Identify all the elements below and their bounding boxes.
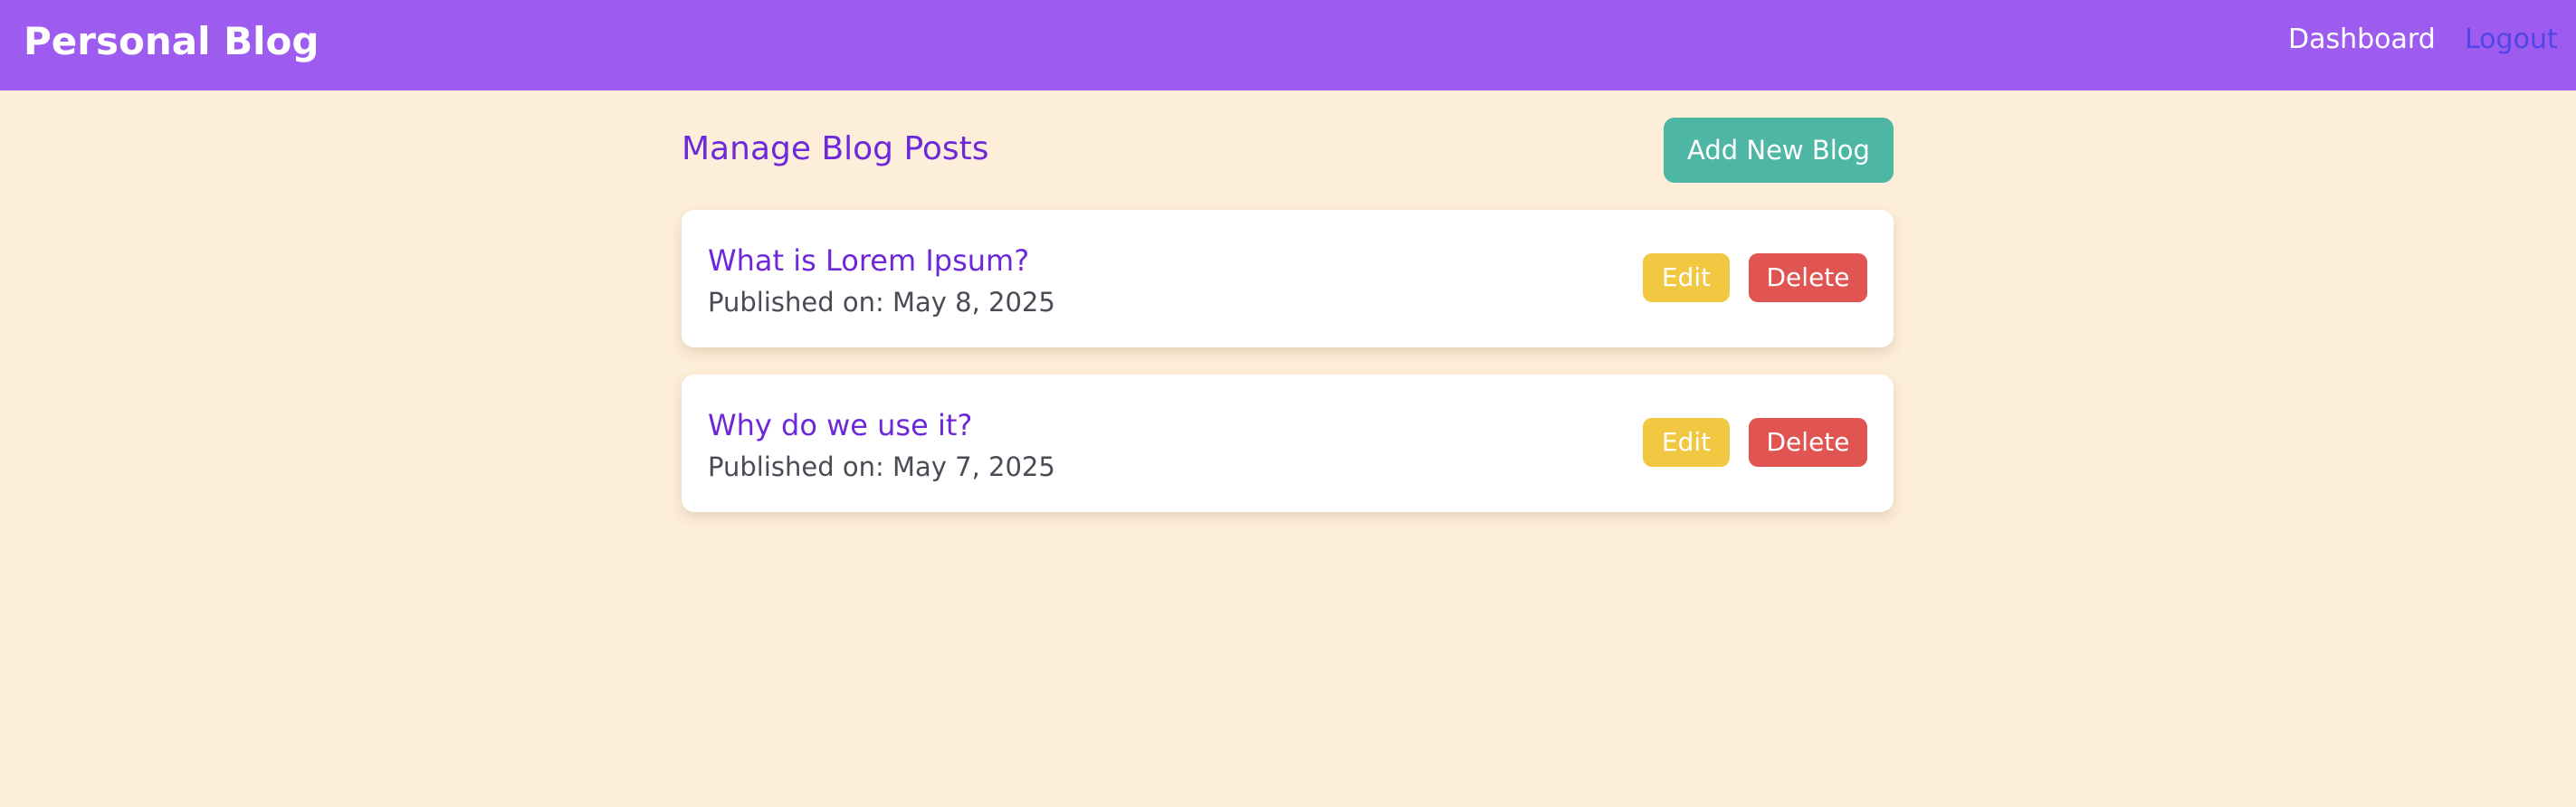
page-title: Manage Blog Posts (682, 130, 989, 167)
post-title: Why do we use it? (708, 408, 973, 442)
nav-link-logout[interactable]: Logout (2465, 22, 2558, 58)
blog-post-card: What is Lorem Ipsum? Published on: May 8… (682, 210, 1894, 347)
edit-post-button[interactable]: Edit (1643, 253, 1730, 302)
blog-post-card: Why do we use it? Published on: May 7, 2… (682, 375, 1894, 512)
delete-post-button[interactable]: Delete (1749, 253, 1867, 302)
post-published-date: Published on: May 8, 2025 (708, 287, 1055, 318)
navbar: Personal Blog Dashboard Logout (0, 0, 2576, 90)
post-title: What is Lorem Ipsum? (708, 243, 1030, 278)
delete-post-button[interactable]: Delete (1749, 418, 1867, 467)
nav-link-dashboard[interactable]: Dashboard (2288, 22, 2436, 58)
post-published-date: Published on: May 7, 2025 (708, 451, 1055, 482)
edit-post-button[interactable]: Edit (1643, 418, 1730, 467)
add-new-blog-button[interactable]: Add New Blog (1664, 118, 1894, 183)
brand-title[interactable]: Personal Blog (24, 16, 319, 67)
